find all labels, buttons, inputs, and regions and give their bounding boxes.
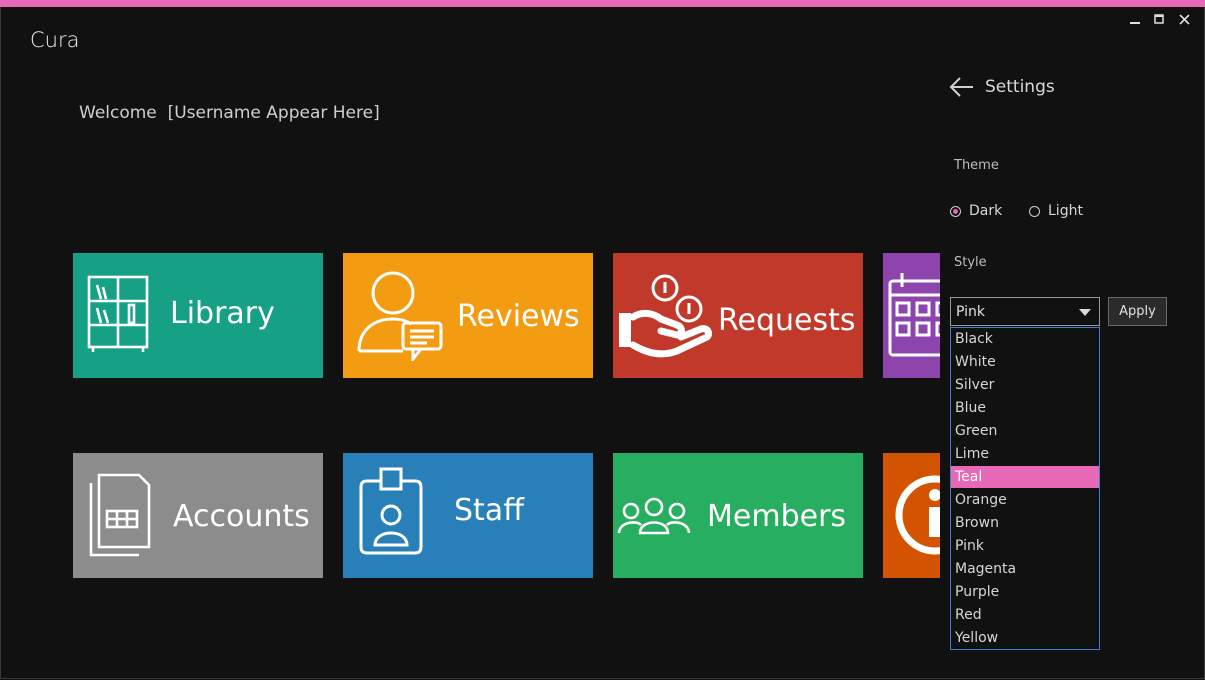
theme-radio-light[interactable]: Light <box>1029 203 1083 219</box>
style-option[interactable]: Purple <box>951 581 1099 603</box>
radio-label: Light <box>1048 203 1083 219</box>
theme-radio-dark[interactable]: Dark <box>950 203 1002 219</box>
style-option[interactable]: Red <box>951 604 1099 626</box>
style-select[interactable]: Pink <box>950 297 1100 326</box>
bookshelf-icon <box>87 275 149 352</box>
minimize-button[interactable] <box>1124 10 1146 28</box>
theme-label: Theme <box>954 158 999 173</box>
radio-label: Dark <box>969 203 1003 219</box>
tile-label: Members <box>707 499 847 534</box>
tile-grid: Library Reviews Requests Accounts Staff … <box>0 0 940 680</box>
tile-label: Accounts <box>173 499 310 534</box>
radio-indicator <box>1029 205 1040 217</box>
style-option[interactable]: Green <box>951 420 1099 442</box>
tile-label: Requests <box>718 303 856 338</box>
settings-title: Settings <box>985 77 1055 97</box>
spreadsheet-document-icon <box>89 473 151 557</box>
tile-label: Library <box>170 296 275 331</box>
style-label: Style <box>954 255 987 270</box>
tile-members[interactable]: Members <box>613 453 863 578</box>
style-option[interactable]: Pink <box>951 535 1099 557</box>
info-icon <box>895 475 940 555</box>
style-option[interactable]: Lime <box>951 443 1099 465</box>
tile-reviews[interactable]: Reviews <box>343 253 593 378</box>
tile-label: Reviews <box>457 299 580 334</box>
close-button[interactable] <box>1173 10 1195 28</box>
back-arrow-icon[interactable] <box>949 75 975 99</box>
minimize-icon <box>1130 22 1140 24</box>
close-icon <box>1178 13 1190 25</box>
style-dropdown-list: Black White Silver Blue Green Lime Teal … <box>950 327 1100 650</box>
style-option[interactable]: Blue <box>951 397 1099 419</box>
id-badge-icon <box>359 467 423 555</box>
style-option[interactable]: Yellow <box>951 627 1099 649</box>
group-icon <box>617 497 691 535</box>
user-comment-icon <box>357 271 443 361</box>
style-option[interactable]: Magenta <box>951 558 1099 580</box>
radio-indicator <box>950 205 961 217</box>
style-option[interactable]: Orange <box>951 489 1099 511</box>
maximize-icon <box>1154 14 1164 24</box>
style-option[interactable]: Brown <box>951 512 1099 534</box>
tile-label: Staff <box>454 493 524 528</box>
chevron-down-icon <box>1079 309 1091 316</box>
tile-library[interactable]: Library <box>73 253 323 378</box>
tile-requests[interactable]: Requests <box>613 253 863 378</box>
style-option[interactable]: Teal <box>951 466 1099 488</box>
tile-info[interactable] <box>883 453 940 578</box>
tile-calendar[interactable] <box>883 253 940 378</box>
tile-staff[interactable]: Staff <box>343 453 593 578</box>
hand-coins-icon <box>619 274 713 358</box>
style-option[interactable]: Black <box>951 328 1099 350</box>
maximize-button[interactable] <box>1148 10 1170 28</box>
tile-accounts[interactable]: Accounts <box>73 453 323 578</box>
style-option[interactable]: Silver <box>951 374 1099 396</box>
apply-button[interactable]: Apply <box>1108 297 1167 326</box>
calendar-icon <box>888 273 940 357</box>
style-option[interactable]: White <box>951 351 1099 373</box>
style-select-value: Pink <box>956 303 986 320</box>
